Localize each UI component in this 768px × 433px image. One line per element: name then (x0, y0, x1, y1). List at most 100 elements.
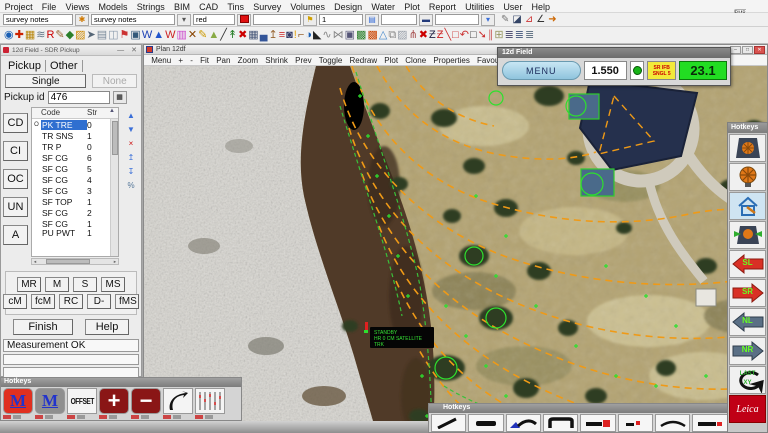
offset-hotkey-button[interactable]: OFFSET (67, 388, 97, 414)
plan-menu-item[interactable]: Zoom (234, 56, 262, 65)
toolbar-icon[interactable]: ╱ (220, 28, 227, 43)
table-tool-icon[interactable]: % (127, 181, 134, 190)
plan-menu-item[interactable]: Plot (381, 56, 402, 65)
toolbar-icon[interactable]: W (165, 28, 175, 43)
dropdown-icon[interactable]: ▾ (177, 14, 191, 26)
shot-left-hotkey[interactable]: SL (729, 250, 766, 278)
linestyle-hotkey[interactable] (655, 414, 690, 432)
measure-button[interactable]: D- (87, 294, 111, 309)
dialog-tab[interactable]: Pickup (4, 60, 46, 72)
toolbar-icon[interactable]: Ƶ (437, 28, 444, 43)
toolbar-icon[interactable]: ✖ (419, 28, 428, 43)
menu-item[interactable]: File (37, 2, 61, 12)
menu-item[interactable]: User (499, 2, 527, 12)
code-table-row[interactable]: SF TOP 1 (32, 196, 118, 207)
close-icon[interactable]: ✕ (754, 46, 765, 54)
toolbar-icon[interactable]: W (142, 28, 152, 43)
measure-button[interactable]: fMS (115, 294, 139, 309)
measure-button[interactable]: cM (3, 294, 27, 309)
toolbar-icon[interactable]: ✎ (55, 28, 64, 43)
toolbar-icon[interactable]: ⚑ (120, 28, 130, 43)
minimize-icon[interactable]: – (730, 46, 741, 54)
single-button[interactable]: Single (5, 74, 86, 88)
plan-menu-item[interactable]: Clone (402, 56, 430, 65)
toolbar-icon[interactable]: ◫ (108, 28, 118, 43)
code-table-row[interactable]: SF CG 5 (32, 163, 118, 174)
plan-menu-item[interactable]: Properties (430, 56, 474, 65)
toolbar-icon[interactable]: ▦ (248, 28, 258, 43)
swoosh-hotkey-button[interactable] (163, 388, 193, 414)
last-xy-hotkey[interactable]: LAST XY (729, 366, 766, 394)
toolbar-icon[interactable]: ▩ (367, 28, 377, 43)
toolbar-icon[interactable]: ╲ (444, 28, 451, 43)
toolbar-icon[interactable]: ∠ (536, 14, 545, 26)
plan-menu-item[interactable]: Shrink (262, 56, 292, 65)
toolbar-icon[interactable]: ⧉ (388, 28, 396, 43)
code-table-row[interactable]: SF CG 6 (32, 152, 118, 163)
model-input-1[interactable] (3, 14, 73, 25)
code-table-row[interactable]: PU PWT 1 (32, 229, 118, 237)
table-hscrollbar[interactable]: ◄► (31, 258, 119, 265)
dialog-titlebar[interactable]: 12d Field - SDR Pickup — ✕ (1, 45, 141, 56)
measure-button[interactable]: MR (17, 277, 41, 292)
measure-hotkey-button[interactable]: M (3, 388, 33, 414)
toolbar-icon[interactable]: ✎ (198, 28, 207, 43)
toolbar-icon[interactable]: R (46, 28, 54, 43)
toolbar-icon[interactable]: ◪ (512, 14, 521, 26)
linestyle-icon[interactable]: ▬ (419, 14, 433, 26)
table-tool-icon[interactable]: ▲ (127, 111, 135, 120)
code-shortcut-button[interactable]: A (3, 225, 28, 245)
finish-button[interactable]: Finish (13, 319, 73, 335)
plan-menu-item[interactable]: Redraw (346, 56, 381, 65)
hotkeys-title[interactable]: Hotkeys (728, 123, 767, 133)
menu-item[interactable]: Help (527, 2, 555, 12)
plan-menu-item[interactable]: + (175, 56, 187, 65)
menu-item[interactable]: Report (424, 2, 460, 12)
search-target-hotkey[interactable] (729, 221, 766, 249)
table-tool-icon[interactable]: × (129, 139, 134, 148)
blank-input-2[interactable] (381, 14, 417, 25)
measure-button[interactable]: S (73, 277, 97, 292)
code-shortcut-button[interactable]: CD (3, 113, 28, 133)
dialog-tab[interactable]: Other (46, 60, 83, 72)
toolbar-icon[interactable]: ◙ (286, 28, 293, 43)
menu-item[interactable]: Water (367, 2, 400, 12)
toolbar-icon[interactable]: ✎ (501, 14, 509, 26)
toolbar-icon[interactable]: ➤ (87, 28, 96, 43)
linestyle-hotkey[interactable] (468, 414, 503, 432)
layers-icon[interactable]: ▤ (365, 14, 379, 26)
plan-menu-item[interactable]: Menu (148, 56, 175, 65)
toolbar-icon[interactable]: ↟ (228, 28, 237, 43)
toolbar-icon[interactable]: □ (452, 28, 459, 43)
code-table-row[interactable]: O PK TRE 0 (32, 119, 118, 130)
hotkeys-title[interactable]: Hotkeys (1, 378, 241, 387)
toolbar-icon[interactable]: ≣ (525, 28, 534, 43)
toolbar-icon[interactable]: ➜ (548, 14, 556, 26)
code-table-row[interactable]: SF CG 1 (32, 218, 118, 229)
toolbar-icon[interactable]: ▣ (130, 28, 140, 43)
measure-button[interactable]: RC (59, 294, 83, 309)
toolbar-icon[interactable]: ▥ (176, 28, 186, 43)
linestyle-hotkey[interactable] (580, 414, 615, 432)
toolbar-icon[interactable]: ∥ (488, 28, 494, 43)
field-panel-title[interactable]: 12d Field (498, 48, 730, 58)
menu-item[interactable]: Volumes (286, 2, 330, 12)
model-picker-icon[interactable]: ✱ (75, 14, 89, 26)
toolbar-icon[interactable]: ⊿ (525, 14, 533, 26)
pickup-id-picker-icon[interactable]: ▦ (113, 91, 127, 104)
staff-hotkey-button[interactable] (195, 388, 225, 414)
code-table-row[interactable]: SF CG 2 (32, 207, 118, 218)
flag-icon[interactable]: ⚑ (303, 14, 317, 26)
base-setup-hotkey[interactable] (729, 192, 766, 220)
plan-menu-item[interactable]: Pan (213, 56, 234, 65)
toolbar-icon[interactable]: ◑ (305, 28, 312, 43)
toolbar-icon[interactable]: ▩ (356, 28, 366, 43)
close-icon[interactable]: ✕ (129, 46, 139, 54)
table-tool-icon[interactable]: ↥ (128, 153, 135, 162)
toolbar-icon[interactable]: ∿ (322, 28, 331, 43)
toolbar-icon[interactable]: △ (379, 28, 387, 43)
next-left-hotkey[interactable]: NL (729, 308, 766, 336)
table-vscrollbar[interactable] (110, 119, 118, 257)
help-button[interactable]: Help (85, 319, 129, 335)
toolbar-icon[interactable]: ▲ (208, 28, 219, 43)
